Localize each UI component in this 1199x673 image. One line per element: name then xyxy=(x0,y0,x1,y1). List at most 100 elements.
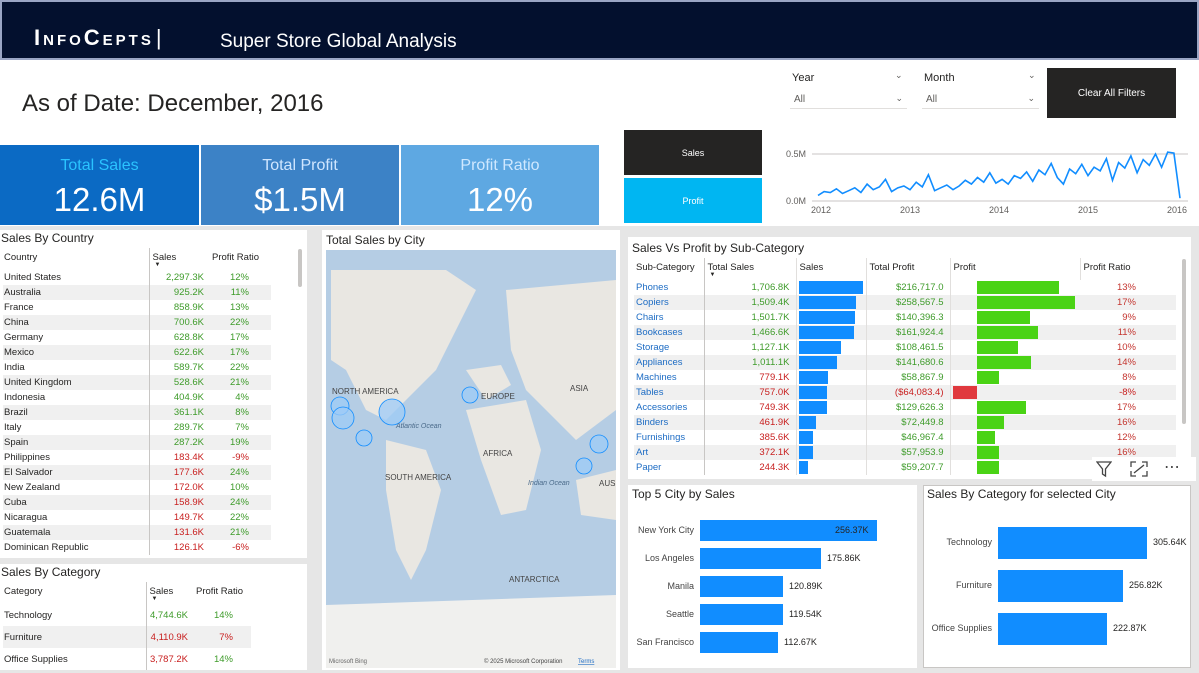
table-row[interactable]: Indonesia 404.9K 4% xyxy=(3,390,271,405)
table-row[interactable]: Germany 628.8K 17% xyxy=(3,330,271,345)
table-row[interactable]: Philippines 183.4K -9% xyxy=(3,450,271,465)
profit-bar xyxy=(976,371,999,384)
year-slicer-collapse-icon[interactable]: ⌄ xyxy=(895,70,903,81)
col-header-sales[interactable]: Sales ▼ xyxy=(145,582,194,604)
total-profit: $58,867.9 xyxy=(865,370,950,385)
country-profit-ratio: 11% xyxy=(230,287,249,298)
sales-bar-cell xyxy=(795,295,866,310)
world-map[interactable]: NORTH AMERICA EUROPE ASIA Atlantic Ocean… xyxy=(326,250,616,668)
sub-category-name: Bookcases xyxy=(636,327,683,338)
city-bubble[interactable] xyxy=(575,457,593,475)
table-row[interactable]: India 589.7K 22% xyxy=(3,360,271,375)
visual-header-toolbar: ⋯ xyxy=(1092,457,1196,481)
table-row[interactable]: Accessories 749.3K $129,626.3 17% xyxy=(634,400,1176,415)
table-row[interactable]: Furnishings 385.6K $46,967.4 12% xyxy=(634,430,1176,445)
country-sales: 858.9K xyxy=(148,300,210,315)
city-bubble[interactable] xyxy=(378,398,406,426)
chevron-down-icon: ⌄ xyxy=(895,93,903,103)
table-row[interactable]: Phones 1,706.8K $216,717.0 13% xyxy=(634,280,1176,295)
bar[interactable] xyxy=(700,604,783,625)
sales-bar-cell xyxy=(795,415,866,430)
table-row[interactable]: Office Supplies 3,787.2K 14% xyxy=(3,648,251,670)
panel-title: Sales Vs Profit by Sub-Category xyxy=(632,241,805,255)
table-row[interactable]: Spain 287.2K 19% xyxy=(3,435,271,450)
profit-bar-cell xyxy=(949,430,1080,445)
table-row[interactable]: Nicaragua 149.7K 22% xyxy=(3,510,271,525)
table-row[interactable]: Copiers 1,509.4K $258,567.5 17% xyxy=(634,295,1176,310)
table-row[interactable]: Cuba 158.9K 24% xyxy=(3,495,271,510)
filter-icon[interactable] xyxy=(1096,460,1112,478)
profit-bar xyxy=(976,356,1031,369)
table-row[interactable]: Tables 757.0K ($64,083.4) -8% xyxy=(634,385,1176,400)
table-row[interactable]: Brazil 361.1K 8% xyxy=(3,405,271,420)
table-row[interactable]: Mexico 622.6K 17% xyxy=(3,345,271,360)
bar[interactable] xyxy=(998,527,1147,559)
sales-bar xyxy=(798,416,816,429)
country-profit-ratio: 21% xyxy=(229,377,249,388)
table-row[interactable]: Guatemala 131.6K 21% xyxy=(3,525,271,540)
city-bubble[interactable] xyxy=(461,386,479,404)
clear-all-filters-button[interactable]: Clear All Filters xyxy=(1047,68,1176,118)
table-row[interactable]: Furniture 4,110.9K 7% xyxy=(3,626,251,648)
col-header-country[interactable]: Country xyxy=(3,248,149,270)
col-header-sales[interactable]: Sales ▼ xyxy=(148,248,210,270)
col-header-total-sales[interactable]: Total Sales ▼ xyxy=(703,258,796,280)
sales-toggle-button[interactable]: Sales xyxy=(624,130,762,175)
profit-bar-cell xyxy=(949,310,1080,325)
year-slicer-dropdown[interactable]: All ⌄ xyxy=(790,91,907,109)
category-name: Furniture xyxy=(4,631,43,643)
chevron-down-icon: ⌄ xyxy=(1027,93,1035,103)
table-row[interactable]: France 858.9K 13% xyxy=(3,300,271,315)
scrollbar-thumb[interactable] xyxy=(1182,259,1186,424)
country-sales: 172.0K xyxy=(148,480,210,495)
table-row[interactable]: New Zealand 172.0K 10% xyxy=(3,480,271,495)
table-row[interactable]: Italy 289.7K 7% xyxy=(3,420,271,435)
total-profit: $141,680.6 xyxy=(865,355,950,370)
profit-ratio: 11% xyxy=(1117,327,1136,338)
table-row[interactable]: Machines 779.1K $58,867.9 8% xyxy=(634,370,1176,385)
table-row[interactable]: Storage 1,127.1K $108,461.5 10% xyxy=(634,340,1176,355)
table-row[interactable]: United States 2,297.3K 12% xyxy=(3,270,271,285)
table-row[interactable]: United Kingdom 528.6K 21% xyxy=(3,375,271,390)
city-bubble[interactable] xyxy=(331,406,355,430)
col-header-profit-ratio[interactable]: Profit Ratio xyxy=(194,582,251,604)
bar[interactable] xyxy=(700,632,778,653)
table-row[interactable]: Technology 4,744.6K 14% xyxy=(3,604,251,626)
col-header-sub-category[interactable]: Sub-Category xyxy=(634,258,704,280)
table-row[interactable]: China 700.6K 22% xyxy=(3,315,271,330)
city-bubble[interactable] xyxy=(589,434,609,454)
x-tick-label: 2015 xyxy=(1078,205,1098,215)
more-options-icon[interactable]: ⋯ xyxy=(1164,457,1181,477)
country-name: Germany xyxy=(4,332,44,343)
bar[interactable] xyxy=(700,576,783,597)
focus-mode-icon[interactable] xyxy=(1130,461,1148,477)
month-slicer-label: Month xyxy=(924,72,955,84)
col-header-category[interactable]: Category xyxy=(3,582,146,604)
table-row[interactable]: Appliances 1,011.1K $141,680.6 14% xyxy=(634,355,1176,370)
country-sales: 287.2K xyxy=(148,435,210,450)
table-row[interactable]: Binders 461.9K $72,449.8 16% xyxy=(634,415,1176,430)
col-header-total-profit[interactable]: Total Profit xyxy=(865,258,950,280)
col-header-sales[interactable]: Sales xyxy=(795,258,866,280)
month-slicer-dropdown[interactable]: All ⌄ xyxy=(922,91,1039,109)
col-header-profit-ratio[interactable]: Profit Ratio xyxy=(1079,258,1176,280)
country-profit-ratio: 17% xyxy=(229,332,249,343)
city-bubble[interactable] xyxy=(355,429,373,447)
table-row[interactable]: Bookcases 1,466.6K $161,924.4 11% xyxy=(634,325,1176,340)
kpi-label: Total Profit xyxy=(262,157,338,174)
map-terms-link[interactable]: Terms xyxy=(578,659,594,665)
bar[interactable] xyxy=(998,570,1123,602)
col-header-profit[interactable]: Profit xyxy=(949,258,1080,280)
bar[interactable] xyxy=(998,613,1107,645)
profit-bar-cell xyxy=(949,280,1080,295)
scrollbar-thumb[interactable] xyxy=(298,249,302,287)
table-row[interactable]: Chairs 1,501.7K $140,396.3 9% xyxy=(634,310,1176,325)
table-row[interactable]: Dominican Republic 126.1K -6% xyxy=(3,540,271,555)
profit-toggle-button[interactable]: Profit xyxy=(624,178,762,223)
table-row[interactable]: Australia 925.2K 11% xyxy=(3,285,271,300)
profit-bar-cell xyxy=(949,370,1080,385)
col-header-profit-ratio[interactable]: Profit Ratio xyxy=(210,248,271,270)
month-slicer-collapse-icon[interactable]: ⌄ xyxy=(1028,70,1036,81)
table-row[interactable]: El Salvador 177.6K 24% xyxy=(3,465,271,480)
bar[interactable] xyxy=(700,548,821,569)
